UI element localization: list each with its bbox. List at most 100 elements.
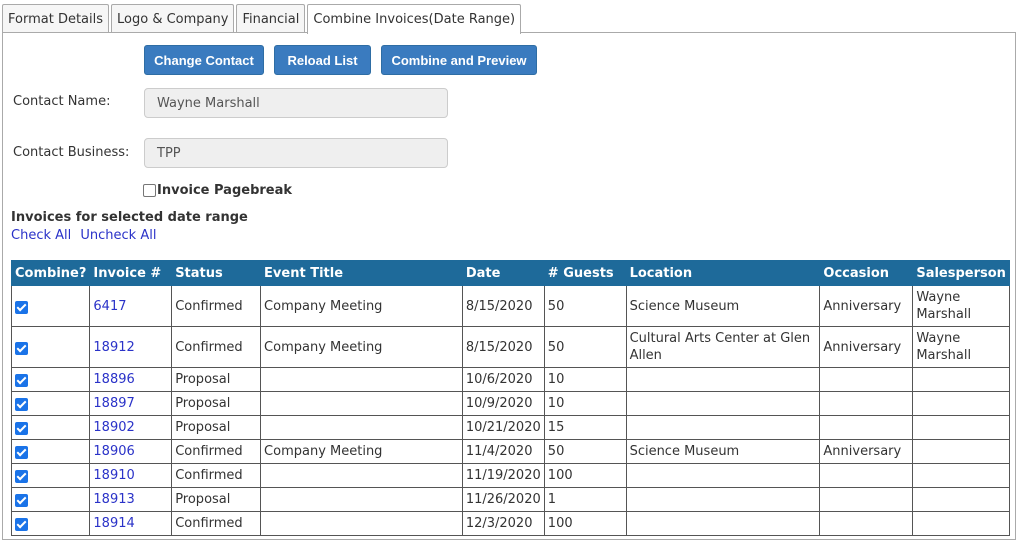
invoice-cell: 18914 [89, 511, 173, 536]
location-cell [625, 511, 821, 536]
location-cell: Science Museum [625, 439, 821, 464]
check-all-link[interactable]: Check All [11, 228, 71, 243]
col-header-date[interactable]: Date [461, 260, 545, 286]
combine-checkbox[interactable] [15, 341, 28, 355]
event-title-cell [260, 487, 463, 512]
col-header-guests[interactable]: # Guests [543, 260, 627, 286]
status-cell: Proposal [171, 367, 262, 392]
combine-cell [10, 511, 91, 536]
table-row: 18902 Proposal 10/21/2020 15 [10, 415, 1010, 440]
status-cell: Proposal [171, 415, 262, 440]
event-title-cell [260, 511, 463, 536]
location-cell: Cultural Arts Center at Glen Allen [625, 326, 821, 368]
occasion-cell [819, 511, 914, 536]
tab-logo-company[interactable]: Logo & Company [111, 4, 235, 33]
combine-checkbox[interactable] [15, 422, 28, 435]
status-cell: Confirmed [171, 439, 262, 464]
occasion-cell: Anniversary [819, 285, 914, 327]
invoice-cell: 18910 [89, 463, 173, 488]
reload-list-button[interactable]: Reload List [274, 45, 371, 75]
combine-preview-button[interactable]: Combine and Preview [381, 45, 537, 75]
occasion-cell [819, 415, 914, 440]
location-cell [625, 415, 821, 440]
invoice-number-link[interactable]: 18913 [93, 492, 134, 507]
combine-checkbox[interactable] [15, 374, 28, 387]
invoice-number-link[interactable]: 18912 [93, 340, 134, 355]
invoice-number-link[interactable]: 6417 [93, 299, 126, 314]
col-header-event-title[interactable]: Event Title [260, 260, 463, 286]
tab-bar: Format Details Logo & Company Financial … [2, 4, 523, 34]
salesperson-cell: Wayne Marshall [912, 285, 1010, 327]
combine-checkbox[interactable] [15, 470, 28, 483]
status-cell: Confirmed [171, 463, 262, 488]
contact-business-field[interactable]: TPP [144, 138, 448, 168]
invoice-pagebreak-option[interactable]: Invoice Pagebreak [143, 183, 292, 198]
date-cell: 11/4/2020 [461, 439, 545, 464]
invoice-number-link[interactable]: 18896 [93, 372, 134, 387]
combine-cell [10, 367, 91, 392]
change-contact-button[interactable]: Change Contact [144, 45, 264, 75]
invoice-pagebreak-label: Invoice Pagebreak [157, 183, 293, 198]
combine-cell [10, 463, 91, 488]
combine-checkbox[interactable] [15, 518, 28, 531]
contact-name-field[interactable]: Wayne Marshall [144, 88, 448, 118]
invoice-cell: 18902 [89, 415, 173, 440]
occasion-cell: Anniversary [819, 439, 914, 464]
table-row: 18914 Confirmed 12/3/2020 100 [10, 511, 1010, 536]
combine-cell [10, 439, 91, 464]
contact-business-label: Contact Business: [13, 145, 130, 160]
guests-cell: 10 [543, 391, 627, 416]
table-row: 18896 Proposal 10/6/2020 10 [10, 367, 1010, 392]
col-header-location[interactable]: Location [625, 260, 821, 286]
event-title-cell [260, 415, 463, 440]
combine-invoices-panel: Change Contact Reload List Combine and P… [2, 32, 1016, 540]
combine-cell [10, 487, 91, 512]
location-cell [625, 463, 821, 488]
invoice-cell: 18896 [89, 367, 173, 392]
table-row: 18913 Proposal 11/26/2020 1 [10, 487, 1010, 512]
combine-checkbox[interactable] [15, 398, 28, 411]
status-cell: Confirmed [171, 326, 262, 368]
invoice-number-link[interactable]: 18902 [93, 420, 134, 435]
invoice-number-link[interactable]: 18897 [93, 396, 134, 411]
invoice-pagebreak-checkbox[interactable] [143, 184, 156, 197]
uncheck-all-link[interactable]: Uncheck All [80, 228, 156, 243]
salesperson-cell [912, 511, 1010, 536]
status-cell: Confirmed [171, 511, 262, 536]
tab-financial[interactable]: Financial [236, 4, 306, 33]
invoices-table-body: 6417 Confirmed Company Meeting 8/15/2020 50 S… [10, 285, 1010, 536]
location-cell [625, 367, 821, 392]
occasion-cell: Anniversary [819, 326, 914, 368]
status-cell: Confirmed [171, 285, 262, 327]
col-header-salesperson[interactable]: Salesperson [912, 260, 1010, 286]
combine-checkbox[interactable] [15, 494, 28, 507]
combine-cell [10, 326, 91, 368]
invoice-cell: 18913 [89, 487, 173, 512]
table-row: 18910 Confirmed 11/19/2020 100 [10, 463, 1010, 488]
col-header-combine[interactable]: Combine? [10, 260, 91, 286]
check-links: Check All Uncheck All [11, 228, 161, 243]
invoice-cell: 18906 [89, 439, 173, 464]
occasion-cell [819, 367, 914, 392]
salesperson-cell [912, 391, 1010, 416]
col-header-status[interactable]: Status [171, 260, 262, 286]
col-header-invoice[interactable]: Invoice # [89, 260, 173, 286]
tab-format-details[interactable]: Format Details [2, 4, 110, 33]
combine-checkbox[interactable] [15, 446, 28, 459]
salesperson-cell: Wayne Marshall [912, 326, 1010, 368]
salesperson-cell [912, 487, 1010, 512]
date-cell: 12/3/2020 [461, 511, 545, 536]
invoice-number-link[interactable]: 18906 [93, 444, 134, 459]
event-title-cell [260, 367, 463, 392]
tab-combine-invoices[interactable]: Combine Invoices(Date Range) [307, 4, 522, 34]
invoice-cell: 18912 [89, 326, 173, 368]
invoice-number-link[interactable]: 18914 [93, 516, 134, 531]
section-title: Invoices for selected date range [11, 210, 248, 225]
table-header-row: Combine? Invoice # Status Event Title Da… [10, 260, 1010, 286]
guests-cell: 10 [543, 367, 627, 392]
combine-cell [10, 415, 91, 440]
event-title-cell: Company Meeting [260, 285, 463, 327]
combine-checkbox[interactable] [15, 300, 28, 314]
col-header-occasion[interactable]: Occasion [819, 260, 914, 286]
invoice-number-link[interactable]: 18910 [93, 468, 134, 483]
